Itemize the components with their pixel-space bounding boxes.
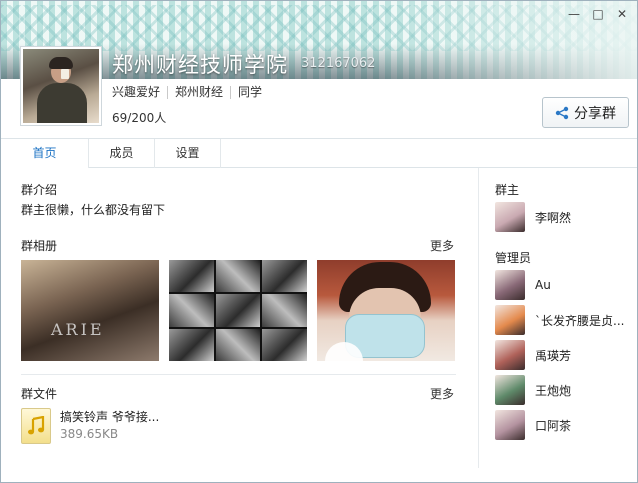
avatar-figure-cup bbox=[61, 69, 69, 79]
album-photo[interactable] bbox=[317, 260, 455, 361]
admin-item[interactable]: `长发齐腰是贞... bbox=[495, 305, 624, 335]
tab-members[interactable]: 成员 bbox=[89, 139, 155, 168]
group-avatar[interactable] bbox=[21, 47, 101, 125]
share-button-label: 分享群 bbox=[574, 105, 616, 122]
avatar-figure-hair bbox=[49, 57, 73, 69]
admin-name: 王炮炮 bbox=[535, 383, 572, 398]
photo-cell bbox=[262, 328, 307, 361]
album-photo[interactable] bbox=[169, 260, 307, 361]
tab-home[interactable]: 首页 bbox=[1, 139, 89, 168]
column-divider bbox=[478, 168, 479, 468]
music-note-icon bbox=[28, 416, 45, 435]
maximize-button[interactable]: □ bbox=[589, 7, 607, 21]
photo-cell bbox=[215, 294, 261, 327]
group-tag[interactable]: 同学 bbox=[230, 86, 269, 99]
photo-cell bbox=[215, 328, 261, 361]
admin-item[interactable]: 王炮炮 bbox=[495, 375, 571, 405]
admin-item[interactable]: Au bbox=[495, 270, 551, 300]
avatar bbox=[495, 270, 525, 300]
avatar bbox=[495, 340, 525, 370]
window-controls: — □ ✕ bbox=[565, 7, 631, 21]
album-more-link[interactable]: 更多 bbox=[430, 237, 454, 254]
admin-name: `长发齐腰是贞... bbox=[535, 313, 625, 328]
photo-cell bbox=[262, 294, 307, 327]
avatar bbox=[495, 202, 525, 232]
photo-shirt-text: ARIE bbox=[51, 320, 105, 339]
group-profile-window: — □ ✕ 郑州财经技师学院 312167062 兴趣爱好 郑州财经 同学 69… bbox=[0, 0, 638, 483]
file-name[interactable]: 搞笑铃声 爷爷接... bbox=[60, 408, 159, 425]
owner-title: 群主 bbox=[495, 183, 520, 197]
owner-item[interactable]: 李啊然 bbox=[495, 202, 571, 232]
photo-cell bbox=[169, 328, 214, 361]
group-tag[interactable]: 郑州财经 bbox=[167, 86, 230, 99]
files-more-link[interactable]: 更多 bbox=[430, 385, 454, 402]
avatar-figure-body bbox=[37, 83, 87, 123]
section-divider bbox=[21, 374, 456, 375]
photo-cell bbox=[262, 260, 307, 293]
admins-title: 管理员 bbox=[495, 251, 532, 265]
group-tags: 兴趣爱好 郑州财经 同学 bbox=[112, 86, 269, 99]
owner-name: 李啊然 bbox=[535, 210, 572, 225]
album-photo[interactable]: ARIE bbox=[21, 260, 159, 361]
admin-name: Au bbox=[535, 278, 551, 292]
album-title: 群相册 bbox=[21, 239, 58, 253]
share-icon bbox=[555, 106, 569, 119]
admin-name: 禹瑛芳 bbox=[535, 348, 572, 363]
tab-bar: 首页 成员 设置 bbox=[1, 138, 637, 168]
minimize-button[interactable]: — bbox=[565, 7, 583, 21]
intro-title: 群介绍 bbox=[21, 183, 58, 197]
photo-cell bbox=[169, 294, 214, 327]
group-name: 郑州财经技师学院 bbox=[112, 53, 288, 77]
tab-settings[interactable]: 设置 bbox=[155, 139, 221, 168]
group-tag[interactable]: 兴趣爱好 bbox=[112, 86, 167, 99]
avatar bbox=[495, 410, 525, 440]
admin-item[interactable]: 口阿茶 bbox=[495, 410, 571, 440]
admin-name: 口阿茶 bbox=[535, 418, 572, 433]
intro-text: 群主很懒，什么都没有留下 bbox=[21, 203, 166, 217]
avatar bbox=[495, 305, 525, 335]
share-group-button[interactable]: 分享群 bbox=[542, 97, 629, 128]
close-button[interactable]: ✕ bbox=[613, 7, 631, 21]
group-id: 312167062 bbox=[301, 56, 376, 71]
avatar bbox=[495, 375, 525, 405]
files-title: 群文件 bbox=[21, 387, 58, 401]
file-size: 389.65KB bbox=[60, 427, 119, 441]
admin-item[interactable]: 禹瑛芳 bbox=[495, 340, 571, 370]
photo-cell bbox=[215, 260, 261, 293]
photo-cell bbox=[169, 260, 214, 293]
music-file-icon[interactable] bbox=[21, 408, 51, 444]
member-count: 69/200人 bbox=[112, 111, 167, 125]
